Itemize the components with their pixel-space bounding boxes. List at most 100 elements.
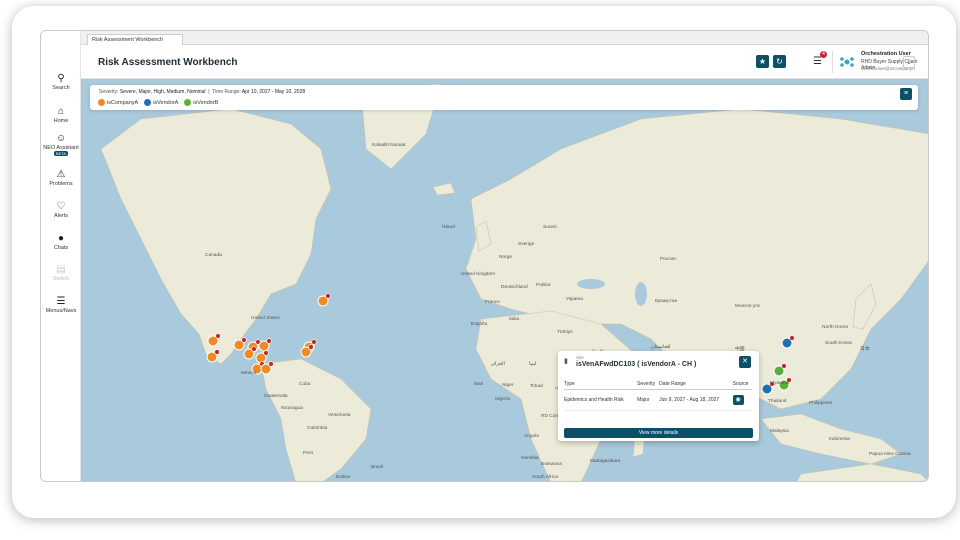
refresh-button[interactable]: ↻ [773, 55, 786, 68]
sidebar-item-label: Problems [49, 181, 73, 187]
table-row: Epidemics and Health Risk Major Jun 9, 2… [564, 389, 752, 411]
sidebar-item-label: Home [53, 118, 69, 124]
map-label: Guatemala [264, 394, 288, 399]
map-label: Venezuela [328, 413, 351, 418]
map-label: Norge [499, 255, 513, 260]
map-label: Ísland [442, 225, 455, 230]
sidebar-item-search[interactable]: ⚲ Search [41, 73, 81, 91]
filter-bar: Severity: Severe, Major, High, Medium, N… [90, 85, 918, 110]
filter-settings-button[interactable]: ≡ [900, 88, 912, 100]
map-label: Türkiye [557, 330, 573, 335]
severity-value: Severe, Major, High, Medium, Nominal [119, 89, 206, 95]
severity-label: Severity: [99, 89, 119, 95]
close-button[interactable]: ✕ [739, 356, 751, 368]
legend-label: isVendorB [193, 99, 219, 106]
header-divider [832, 51, 833, 73]
risk-date-range: Jun 9, 2027 - Aug 18, 2027 [659, 389, 733, 411]
list-icon: ☰ [813, 56, 822, 67]
map-label: Cuba [299, 382, 311, 387]
map-label: Perú [303, 451, 314, 456]
tab-risk-assessment[interactable]: Risk Assessment Workbench [87, 34, 183, 45]
risk-type: Epidemics and Health Risk [564, 389, 638, 411]
popup-title: isVenAFwdDC103 ( isVendorA - CH ) [576, 361, 697, 368]
sidebar-item-home[interactable]: ⌂ Home [41, 106, 81, 124]
sidebar-item-label: Menus/Navs [45, 308, 77, 314]
risk-severity: Major [637, 389, 660, 411]
map-label: Nigeria [495, 397, 511, 402]
legend-item-iscompanya[interactable]: isCompanyA [98, 99, 138, 106]
map-label: Italia [509, 317, 520, 322]
popup-site-label: Site [576, 355, 584, 360]
favorite-button[interactable]: ★ [756, 55, 769, 68]
bell-icon: ♡ [56, 201, 66, 212]
legend-item-isvendora[interactable]: isVendorA [144, 99, 178, 106]
user-menu-button[interactable]: ⌄ [903, 56, 915, 68]
map-label: ليبيا [529, 362, 537, 367]
beta-badge: BETA [53, 151, 69, 156]
map-label: France [485, 300, 500, 305]
sidebar-item-neo-assistant[interactable]: ☺ NEO Assistant BETA [41, 133, 81, 157]
sidebar-item-label: Switch [52, 276, 70, 282]
legend-label: isVendorA [153, 99, 179, 106]
site-pin-icon: ▮ [564, 358, 568, 365]
sidebar-item-label: Search [52, 85, 70, 91]
sidebar-item-label: Chats [53, 245, 69, 251]
sidebar-item-alerts[interactable]: ♡ Alerts [41, 201, 81, 219]
company-logo-icon [840, 57, 854, 67]
legend-item-isvendorb[interactable]: isVendorB [184, 99, 218, 106]
map-label: España [471, 322, 488, 327]
legend-dot [144, 99, 152, 106]
menu-icon: ☰ [56, 296, 66, 307]
map-label: Malaysia [770, 429, 789, 434]
map-label: Madagasikara [590, 459, 621, 464]
app-window: ⚲ Search ⌂ Home ☺ NEO Assistant BETA ⚠ P… [40, 30, 929, 482]
sidebar-item-chats[interactable]: ● Chats [41, 233, 81, 251]
legend: isCompanyA isVendorA isVendorB [98, 99, 218, 106]
assistant-icon: ☺ [55, 133, 67, 144]
legend-dot [184, 99, 192, 106]
site-popup: ▮ Site isVenAFwdDC103 ( isVendorA - CH )… [558, 351, 759, 441]
view-more-details-button[interactable]: View more details [564, 428, 753, 438]
time-range-label: Time Range: [212, 89, 241, 95]
eye-icon: ◉ [735, 397, 741, 403]
filter-summary[interactable]: Severity: Severe, Major, High, Medium, N… [99, 89, 305, 95]
map-label: Canada [205, 253, 222, 258]
map-label: الجزائر [491, 362, 505, 367]
refresh-icon: ↻ [776, 57, 783, 66]
map-label: Deutschland [501, 285, 528, 290]
map-label: Mali [474, 382, 483, 387]
map-canvas [81, 79, 928, 481]
sidebar-item-label: Alerts [53, 213, 69, 219]
notifications-button[interactable]: ☰ [813, 56, 822, 67]
column-header: Date Range [659, 379, 733, 390]
map-label: Myanmar [770, 381, 790, 386]
map-label: Polska [536, 283, 551, 288]
close-icon: ✕ [742, 358, 748, 365]
view-source-button[interactable]: ◉ [732, 395, 744, 405]
sidebar: ⚲ Search ⌂ Home ☺ NEO Assistant BETA ⚠ P… [41, 31, 81, 481]
map-label: Россия [660, 257, 676, 262]
sidebar-item-problems[interactable]: ⚠ Problems [41, 169, 81, 187]
chat-icon: ● [57, 233, 65, 244]
map-label: Niger [502, 383, 514, 388]
home-icon: ⌂ [57, 106, 65, 117]
map-label: Botswana [541, 462, 563, 467]
map-label: South Africa [532, 475, 558, 480]
map-label: Bolivia [336, 475, 351, 480]
column-header: Source [732, 379, 752, 390]
map-label: Suomi [543, 225, 557, 230]
map-label: Қазақстан [655, 299, 678, 304]
column-header: Type [564, 379, 638, 390]
map-label: Україна [566, 297, 583, 302]
sidebar-item-menus[interactable]: ☰ Menus/Navs [41, 296, 81, 314]
map-label: Angola [524, 434, 539, 439]
world-map[interactable]: Kalaallit Nunaat Ísland Canada United St… [81, 79, 928, 481]
map-label: Papua New Guinea [869, 452, 911, 457]
map-label: Tchad [530, 384, 543, 389]
map-label: México [241, 371, 257, 376]
page-title: Risk Assessment Workbench [98, 57, 238, 68]
map-label: United States [251, 316, 280, 321]
chevron-down-icon: ⌄ [906, 59, 912, 66]
map-label: Indonesia [829, 437, 850, 442]
map-label: Thailand [768, 399, 787, 404]
